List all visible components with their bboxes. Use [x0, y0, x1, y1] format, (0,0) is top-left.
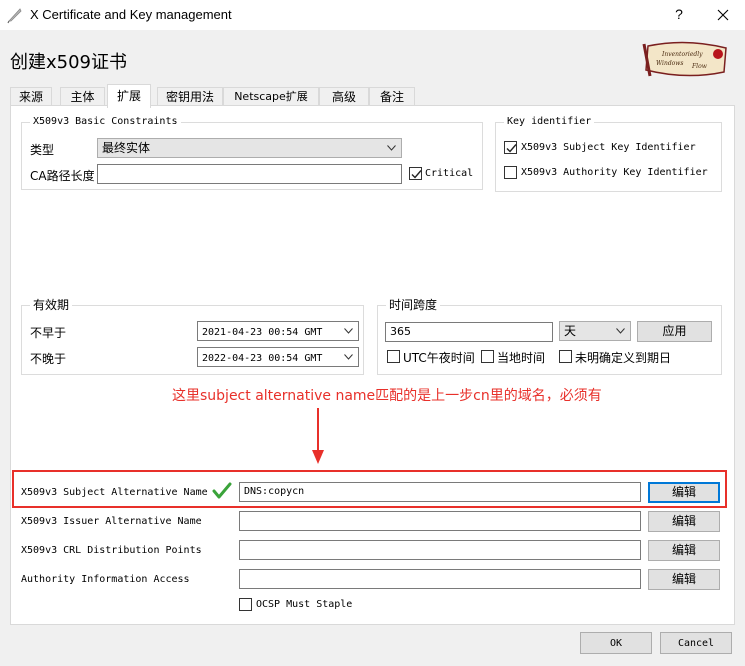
- crl-distribution-input[interactable]: [239, 540, 641, 560]
- svg-text:Flow: Flow: [691, 63, 708, 70]
- cancel-button[interactable]: Cancel: [660, 632, 732, 654]
- annotation-text: 这里subject alternative name匹配的是上一步cn里的域名，…: [172, 388, 602, 404]
- close-icon: [717, 9, 729, 21]
- not-before-value: 2021-04-23 00:54 GMT: [202, 327, 323, 338]
- not-after-label: 不晚于: [30, 352, 67, 366]
- chevron-down-icon: [344, 328, 353, 334]
- utc-label: UTC午夜时间: [403, 351, 475, 365]
- page-title: 创建x509证书: [10, 52, 128, 73]
- ok-button-label: OK: [609, 638, 623, 649]
- utc-checkbox[interactable]: [387, 350, 400, 363]
- not-after-value: 2022-04-23 00:54 GMT: [202, 353, 323, 364]
- issuer-alt-name-input[interactable]: [239, 511, 641, 531]
- authority-info-access-edit-button[interactable]: 编辑: [648, 569, 720, 590]
- undefined-expiry-checkbox[interactable]: [559, 350, 572, 363]
- authority-key-label: X509v3 Authority Key Identifier: [521, 167, 708, 178]
- type-select[interactable]: 最终实体: [97, 138, 402, 158]
- checkmark-icon: [506, 144, 517, 153]
- help-button[interactable]: ?: [664, 4, 694, 26]
- key-identifier-group: Key identifier: [495, 115, 722, 192]
- checkmark-icon: [411, 170, 422, 179]
- local-time-label: 当地时间: [497, 351, 546, 365]
- authority-info-access-label: Authority Information Access: [21, 574, 190, 585]
- cancel-button-label: Cancel: [677, 638, 715, 649]
- tab-comment[interactable]: 备注: [369, 87, 415, 107]
- ca-path-label: CA路径长度: [30, 169, 95, 183]
- tab-advanced[interactable]: 高级: [319, 87, 369, 107]
- authority-info-access-input[interactable]: [239, 569, 641, 589]
- crl-distribution-edit-button[interactable]: 编辑: [648, 540, 720, 561]
- undefined-expiry-label: 未明确定义到期日: [575, 351, 672, 365]
- title-bar: X Certificate and Key management ?: [0, 0, 745, 30]
- subject-key-checkbox[interactable]: [504, 141, 517, 154]
- basic-constraints-title: X509v3 Basic Constraints: [30, 115, 181, 129]
- subject-key-label: X509v3 Subject Key Identifier: [521, 142, 696, 153]
- app-logo: Inventoriedly Windows Flow: [642, 41, 727, 77]
- tab-key-usage[interactable]: 密钥用法: [157, 87, 223, 107]
- not-before-datetime[interactable]: 2021-04-23 00:54 GMT: [197, 321, 359, 341]
- validity-title: 有效期: [30, 298, 73, 312]
- authority-key-checkbox[interactable]: [504, 166, 517, 179]
- window-title: X Certificate and Key management: [30, 7, 232, 22]
- local-time-checkbox[interactable]: [481, 350, 494, 363]
- issuer-alt-name-label: X509v3 Issuer Alternative Name: [21, 516, 202, 527]
- tab-subject[interactable]: 主体: [60, 87, 105, 107]
- san-label: X509v3 Subject Alternative Name: [21, 487, 208, 498]
- crl-distribution-label: X509v3 CRL Distribution Points: [21, 545, 202, 556]
- time-unit-value: 天: [564, 324, 577, 338]
- close-button[interactable]: [706, 3, 740, 27]
- ok-button[interactable]: OK: [580, 632, 652, 654]
- ocsp-must-staple-checkbox[interactable]: [239, 598, 252, 611]
- green-checkmark-icon: [212, 482, 232, 499]
- svg-text:Inventoriedly: Inventoriedly: [661, 51, 703, 58]
- chevron-down-icon: [616, 328, 625, 334]
- app-feather-icon: [7, 8, 22, 24]
- chevron-down-icon: [387, 145, 396, 151]
- chevron-down-icon: [344, 354, 353, 360]
- tab-netscape[interactable]: Netscape扩展: [223, 87, 319, 107]
- time-range-title: 时间跨度: [386, 298, 441, 312]
- tab-source[interactable]: 来源: [10, 87, 52, 107]
- san-input[interactable]: DNS:copycn: [239, 482, 641, 502]
- critical-label: Critical: [425, 168, 474, 179]
- time-unit-select[interactable]: 天: [559, 321, 631, 341]
- issuer-alt-name-edit-button[interactable]: 编辑: [648, 511, 720, 532]
- key-identifier-title: Key identifier: [504, 115, 595, 129]
- type-select-value: 最终实体: [102, 141, 151, 155]
- not-after-datetime[interactable]: 2022-04-23 00:54 GMT: [197, 347, 359, 367]
- ocsp-must-staple-label: OCSP Must Staple: [256, 599, 353, 610]
- not-before-label: 不早于: [30, 326, 67, 340]
- svg-text:Windows: Windows: [656, 60, 684, 67]
- tab-extensions[interactable]: 扩展: [107, 84, 151, 108]
- type-label: 类型: [30, 143, 55, 157]
- san-edit-button[interactable]: 编辑: [648, 482, 720, 503]
- critical-checkbox[interactable]: [409, 167, 422, 180]
- annotation-arrow-icon: [312, 408, 324, 464]
- ca-path-input[interactable]: [97, 164, 402, 184]
- time-range-input[interactable]: 365: [385, 322, 553, 342]
- apply-button[interactable]: 应用: [637, 321, 712, 342]
